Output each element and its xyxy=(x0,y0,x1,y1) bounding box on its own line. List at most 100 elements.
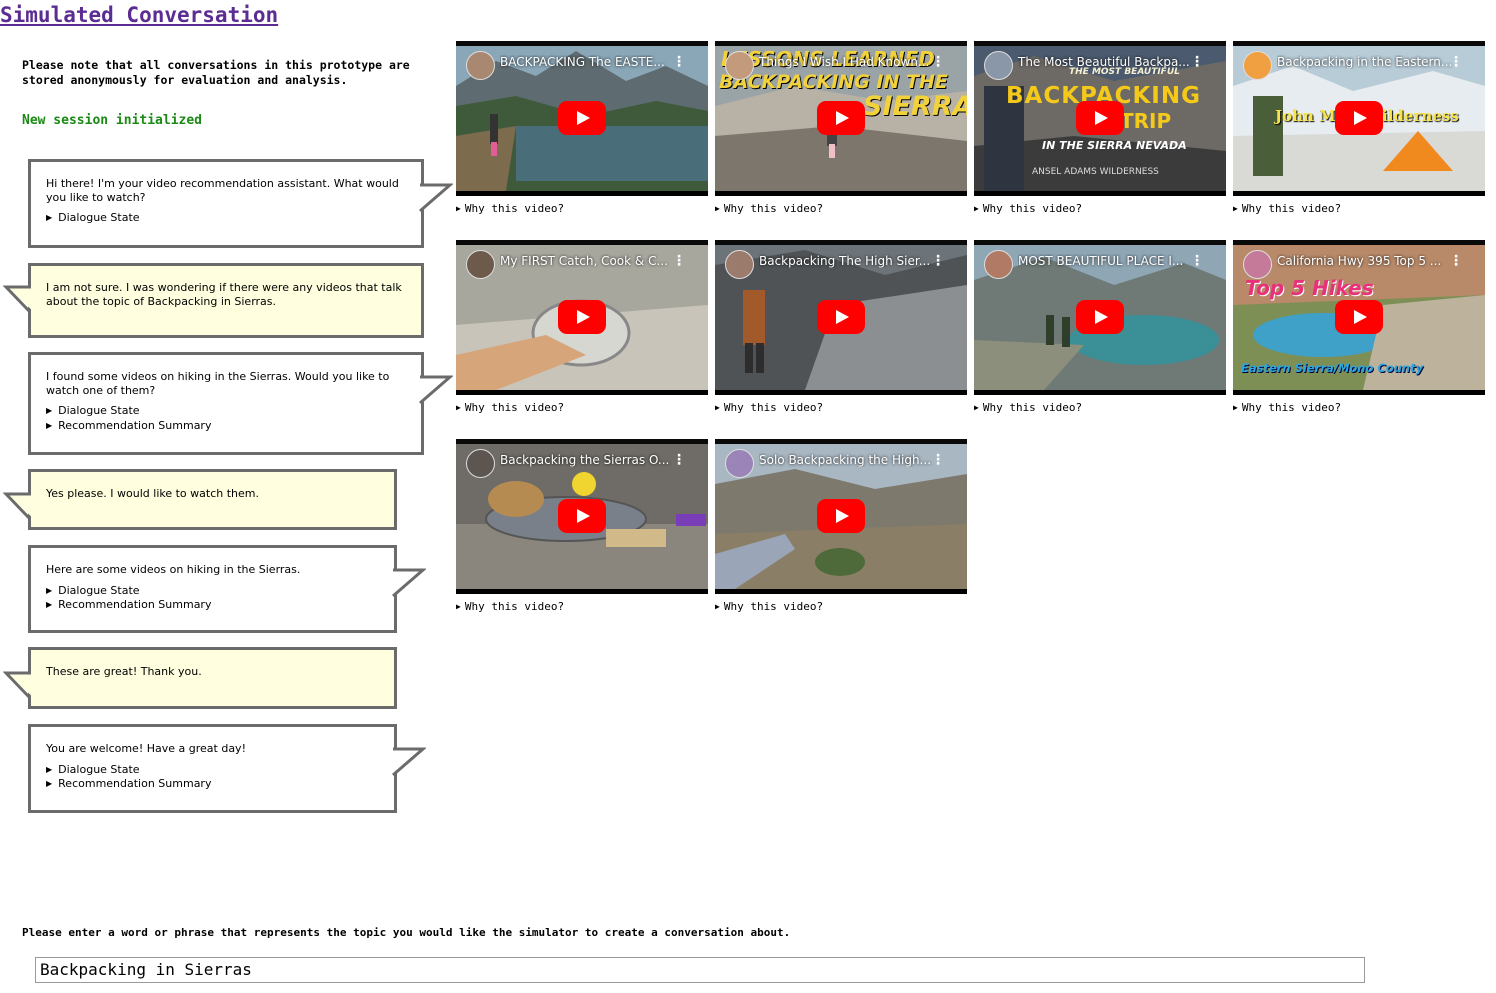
youtube-play-icon[interactable] xyxy=(817,101,865,135)
topic-prompt-label: Please enter a word or phrase that repre… xyxy=(22,926,791,939)
topic-input[interactable]: Backpacking in Sierras xyxy=(35,957,1365,983)
privacy-note: Please note that all conversations in th… xyxy=(22,58,410,87)
why-this-video-toggle[interactable]: ▶ Why this video? xyxy=(715,600,967,613)
video-title: Backpacking in the Eastern... xyxy=(1277,55,1453,69)
video-title: Solo Backpacking the High... xyxy=(759,453,932,467)
why-this-video-toggle[interactable]: ▶ Why this video? xyxy=(974,401,1226,414)
youtube-play-icon[interactable] xyxy=(1335,101,1383,135)
more-vert-icon[interactable]: ⋮ xyxy=(672,55,686,69)
thumbnail-overlay-text: TRIP xyxy=(1120,109,1172,133)
triangle-right-icon: ▶ xyxy=(974,204,979,213)
triangle-right-icon: ▶ xyxy=(1233,204,1238,213)
channel-avatar xyxy=(725,449,754,478)
channel-avatar xyxy=(725,250,754,279)
thumbnail-overlay-text: ANSEL ADAMS WILDERNESS xyxy=(1032,167,1159,177)
video-thumbnail[interactable]: My FIRST Catch, Cook & C... ⋮ xyxy=(456,240,708,395)
thumbnail-overlay-text: IN THE SIERRA NEVADA xyxy=(1042,139,1187,152)
video-thumbnail[interactable]: Top 5 Hikes Eastern Sierra/Mono County C… xyxy=(1233,240,1485,395)
recommendation-summary-toggle[interactable]: Recommendation Summary xyxy=(46,419,405,434)
more-vert-icon[interactable]: ⋮ xyxy=(931,55,945,69)
thumbnail-overlay-text: Top 5 Hikes xyxy=(1245,276,1374,300)
why-this-video-toggle[interactable]: ▶ Why this video? xyxy=(1233,401,1485,414)
triangle-right-icon: ▶ xyxy=(456,602,461,611)
youtube-play-icon[interactable] xyxy=(1076,101,1124,135)
video-thumbnail[interactable]: Solo Backpacking the High... ⋮ xyxy=(715,439,967,594)
channel-avatar xyxy=(984,250,1013,279)
more-vert-icon[interactable]: ⋮ xyxy=(1190,254,1204,268)
youtube-play-icon[interactable] xyxy=(558,300,606,334)
more-vert-icon[interactable]: ⋮ xyxy=(931,453,945,467)
channel-avatar xyxy=(984,51,1013,80)
video-title: MOST BEAUTIFUL PLACE I... xyxy=(1018,254,1184,268)
triangle-right-icon: ▶ xyxy=(456,204,461,213)
video-card: Backpacking the Sierras O... ⋮ ▶ Why this… xyxy=(456,439,708,613)
channel-avatar xyxy=(466,449,495,478)
dialogue-state-toggle[interactable]: Dialogue State xyxy=(46,211,405,226)
video-card: John Muir Wilderness Backpacking in the … xyxy=(1233,41,1485,215)
thumbnail-overlay-text: SIERRA xyxy=(863,91,967,122)
youtube-play-icon[interactable] xyxy=(1076,300,1124,334)
why-this-video-toggle[interactable]: ▶ Why this video? xyxy=(974,202,1226,215)
user-message: These are great! Thank you. xyxy=(28,647,397,709)
more-vert-icon[interactable]: ⋮ xyxy=(672,254,686,268)
video-card: Top 5 Hikes Eastern Sierra/Mono County C… xyxy=(1233,240,1485,414)
recommendation-summary-toggle[interactable]: Recommendation Summary xyxy=(46,598,378,613)
triangle-right-icon: ▶ xyxy=(715,403,720,412)
more-vert-icon[interactable]: ⋮ xyxy=(1449,254,1463,268)
video-card: My FIRST Catch, Cook & C... ⋮ ▶ Why this … xyxy=(456,240,708,414)
video-thumbnail[interactable]: Backpacking the Sierras O... ⋮ xyxy=(456,439,708,594)
message-text: I am not sure. I was wondering if there … xyxy=(46,281,402,308)
why-this-video-toggle[interactable]: ▶ Why this video? xyxy=(456,401,708,414)
video-thumbnail[interactable]: Backpacking The High Sier... ⋮ xyxy=(715,240,967,395)
more-vert-icon[interactable]: ⋮ xyxy=(1449,55,1463,69)
video-thumbnail[interactable]: LESSONS LEARNED BACKPACKING IN THE SIERR… xyxy=(715,41,967,196)
assistant-message: Hi there! I'm your video recommendation … xyxy=(28,159,424,248)
more-vert-icon[interactable]: ⋮ xyxy=(672,453,686,467)
video-thumbnail[interactable]: John Muir Wilderness Backpacking in the … xyxy=(1233,41,1485,196)
more-vert-icon[interactable]: ⋮ xyxy=(1190,55,1204,69)
why-this-video-toggle[interactable]: ▶ Why this video? xyxy=(715,401,967,414)
message-text: Yes please. I would like to watch them. xyxy=(46,487,259,500)
channel-avatar xyxy=(725,51,754,80)
video-title: California Hwy 395 Top 5 ... xyxy=(1277,254,1442,268)
video-card: MOST BEAUTIFUL PLACE I... ⋮ ▶ Why this vi… xyxy=(974,240,1226,414)
youtube-play-icon[interactable] xyxy=(558,101,606,135)
message-text: Hi there! I'm your video recommendation … xyxy=(46,177,399,204)
triangle-right-icon: ▶ xyxy=(1233,403,1238,412)
why-this-video-toggle[interactable]: ▶ Why this video? xyxy=(456,600,708,613)
more-vert-icon[interactable]: ⋮ xyxy=(931,254,945,268)
triangle-right-icon: ▶ xyxy=(715,204,720,213)
youtube-play-icon[interactable] xyxy=(817,499,865,533)
video-card: LESSONS LEARNED BACKPACKING IN THE SIERR… xyxy=(715,41,967,215)
speech-tail-left xyxy=(3,285,37,314)
video-title: BACKPACKING The EASTE... xyxy=(500,55,665,69)
thumbnail-overlay-text: BACKPACKING IN THE xyxy=(719,71,948,93)
session-status: New session initialized xyxy=(22,113,203,128)
video-thumbnail[interactable]: MOST BEAUTIFUL PLACE I... ⋮ xyxy=(974,240,1226,395)
video-card: Solo Backpacking the High... ⋮ ▶ Why this… xyxy=(715,439,967,613)
dialogue-state-toggle[interactable]: Dialogue State xyxy=(46,763,378,778)
thumbnail-overlay-text: Eastern Sierra/Mono County xyxy=(1241,361,1424,375)
why-this-video-toggle[interactable]: ▶ Why this video? xyxy=(456,202,708,215)
youtube-play-icon[interactable] xyxy=(817,300,865,334)
recommendation-summary-toggle[interactable]: Recommendation Summary xyxy=(46,777,378,792)
dialogue-state-toggle[interactable]: Dialogue State xyxy=(46,584,378,599)
message-text: I found some videos on hiking in the Sie… xyxy=(46,370,390,397)
video-title: My FIRST Catch, Cook & C... xyxy=(500,254,668,268)
channel-avatar xyxy=(466,51,495,80)
user-message: Yes please. I would like to watch them. xyxy=(28,469,397,530)
youtube-play-icon[interactable] xyxy=(558,499,606,533)
speech-tail-right xyxy=(419,183,453,213)
youtube-play-icon[interactable] xyxy=(1335,300,1383,334)
page-title[interactable]: Simulated Conversation xyxy=(0,3,278,27)
why-this-video-toggle[interactable]: ▶ Why this video? xyxy=(1233,202,1485,215)
video-thumbnail[interactable]: BACKPACKING The EASTE... ⋮ xyxy=(456,41,708,196)
assistant-message: You are welcome! Have a great day! Dialo… xyxy=(28,724,397,813)
why-this-video-toggle[interactable]: ▶ Why this video? xyxy=(715,202,967,215)
channel-avatar xyxy=(466,250,495,279)
dialogue-state-toggle[interactable]: Dialogue State xyxy=(46,404,405,419)
channel-avatar xyxy=(1243,51,1272,80)
speech-tail-left xyxy=(3,671,37,700)
video-thumbnail[interactable]: THE MOST BEAUTIFUL BACKPACKING TRIP IN T… xyxy=(974,41,1226,196)
video-title: Backpacking the Sierras O... xyxy=(500,453,670,467)
